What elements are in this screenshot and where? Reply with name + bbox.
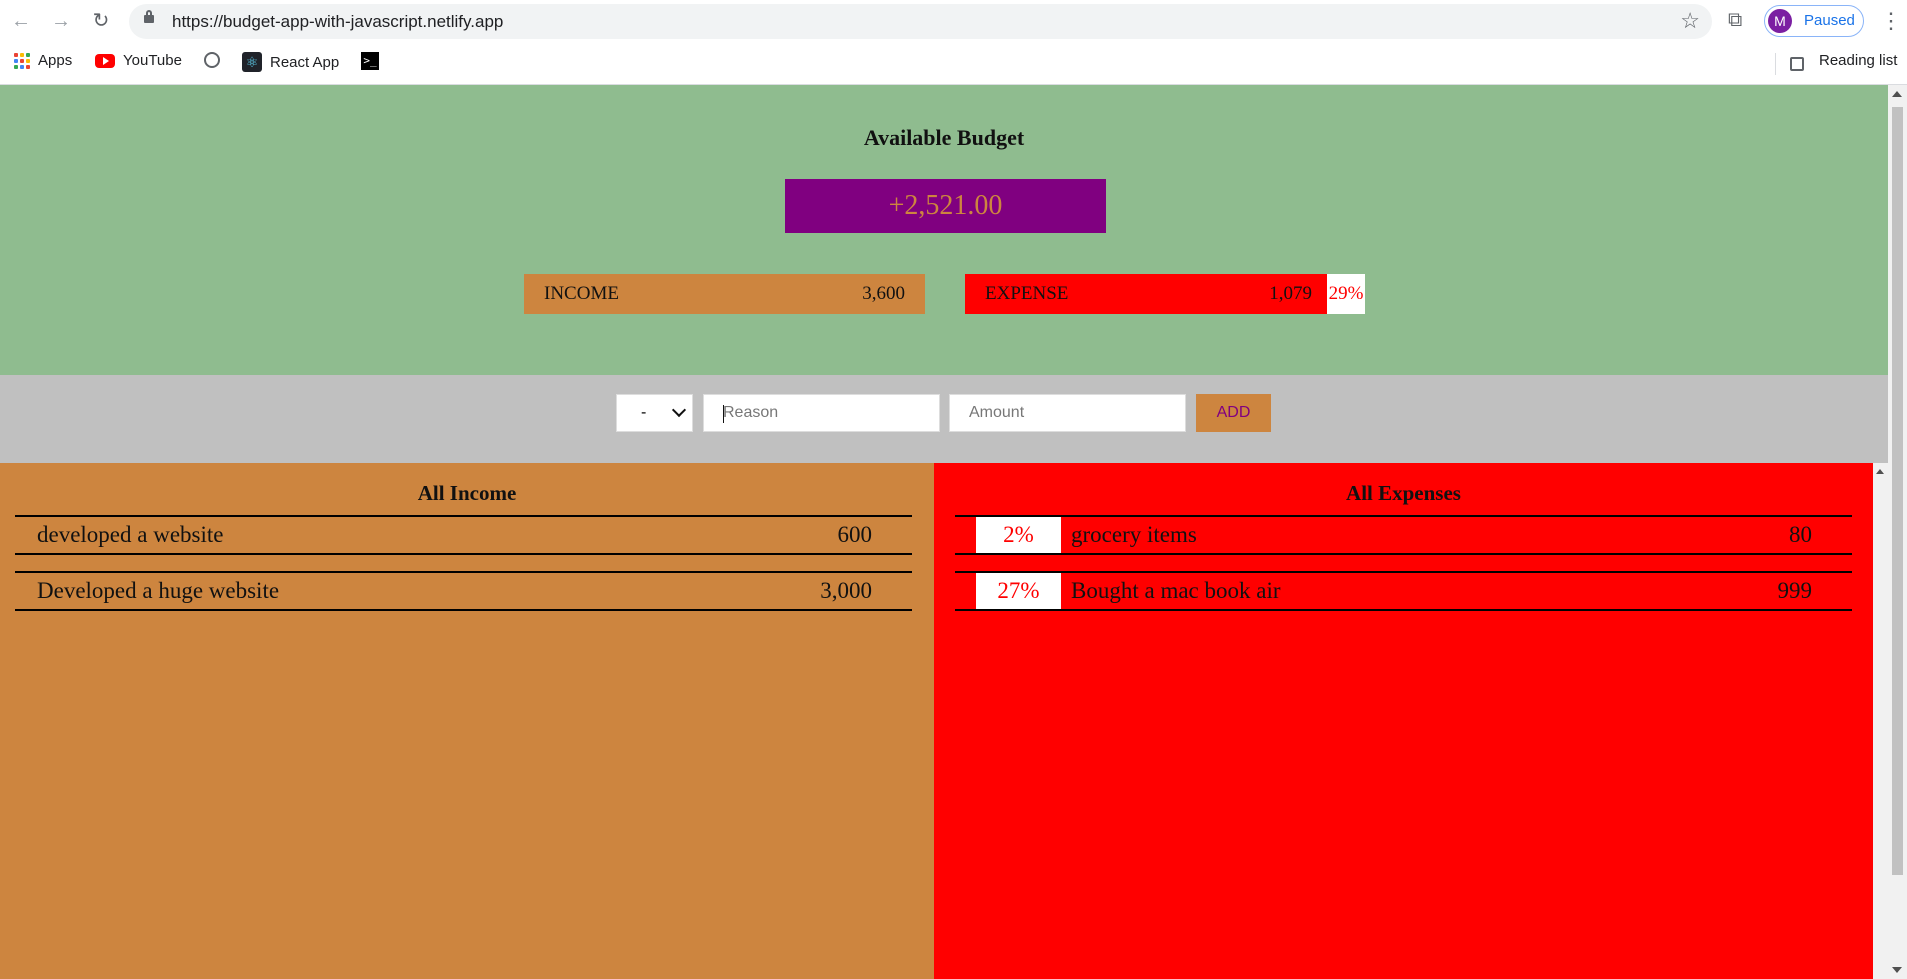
profile-button[interactable]: M Paused [1764, 5, 1864, 37]
income-summary: INCOME 3,600 [524, 274, 925, 314]
forward-arrow-icon[interactable]: → [49, 9, 73, 33]
income-list-panel: All Income developed a website 600 Devel… [0, 463, 934, 979]
income-amount: 600 [837, 522, 873, 547]
expense-percent: 2% [976, 517, 1061, 553]
youtube-icon [95, 53, 115, 68]
bookmark-star-icon[interactable]: ☆ [1680, 8, 1700, 34]
avatar: M [1768, 9, 1792, 33]
expense-row[interactable]: 27% Bought a mac book air 999 [955, 571, 1852, 611]
reload-icon[interactable]: ↻ [89, 9, 113, 33]
add-item-form: - Reason Amount ADD [0, 375, 1888, 463]
profile-status: Paused [1804, 12, 1855, 29]
expense-summary: EXPENSE 1,079 [965, 274, 1327, 314]
expense-label: EXPENSE [985, 283, 1069, 304]
bookmark-youtube[interactable]: YouTube [95, 52, 182, 69]
apps-grid-icon [14, 52, 30, 69]
bookmarks-divider [1775, 53, 1776, 75]
bookmark-globe[interactable] [204, 52, 220, 68]
amount-placeholder: Amount [969, 404, 1025, 421]
chevron-down-icon [671, 402, 687, 418]
available-budget-value: +2,521.00 [785, 179, 1106, 233]
terminal-icon: >_ [361, 52, 379, 70]
expense-list-panel: All Expenses 2% grocery items 80 27% Bou… [934, 463, 1873, 979]
page-scrollbar[interactable] [1888, 85, 1907, 979]
scroll-up-arrow-icon[interactable] [1876, 469, 1884, 474]
list-scrollbar[interactable] [1873, 463, 1888, 979]
reading-list-icon[interactable] [1790, 57, 1804, 71]
type-select-value: - [641, 404, 647, 421]
income-amount: 3,000 [820, 578, 872, 603]
bookmark-label: YouTube [123, 52, 182, 69]
expense-amount: 80 [1789, 522, 1812, 547]
react-icon: ⚛ [242, 52, 262, 72]
reading-list-button[interactable]: Reading list [1819, 52, 1897, 69]
expense-total: 1,079 [1269, 283, 1312, 304]
add-button[interactable]: ADD [1196, 394, 1271, 432]
lock-icon[interactable] [144, 10, 154, 23]
amount-input[interactable]: Amount [949, 394, 1186, 432]
income-row[interactable]: Developed a huge website 3,000 [15, 571, 912, 611]
bookmark-terminal[interactable]: >_ [361, 52, 379, 70]
bookmark-apps[interactable]: Apps [14, 52, 72, 69]
income-desc: Developed a huge website [37, 578, 280, 603]
expense-desc: Bought a mac book air [1071, 578, 1281, 603]
page-content: Available Budget +2,521.00 INCOME 3,600 … [0, 85, 1888, 979]
scroll-thumb[interactable] [1892, 107, 1903, 875]
address-bar[interactable]: https://budget-app-with-javascript.netli… [129, 4, 1712, 39]
expense-percent-badge: 29% [1327, 274, 1365, 314]
text-caret [723, 405, 724, 423]
expense-row[interactable]: 2% grocery items 80 [955, 515, 1852, 555]
budget-header: Available Budget +2,521.00 INCOME 3,600 … [0, 85, 1888, 375]
income-list-title: All Income [417, 481, 517, 505]
income-label: INCOME [544, 283, 619, 304]
expense-desc: grocery items [1071, 522, 1197, 547]
reason-placeholder: Reason [723, 404, 779, 421]
globe-icon [204, 52, 220, 68]
income-row[interactable]: developed a website 600 [15, 515, 912, 555]
browser-toolbar: ← → ↻ https://budget-app-with-javascript… [0, 0, 1907, 43]
url-text[interactable]: https://budget-app-with-javascript.netli… [172, 12, 503, 32]
more-menu-icon[interactable]: ⋮ [1880, 8, 1902, 34]
bookmark-label: Apps [38, 52, 73, 69]
income-desc: developed a website [37, 522, 224, 547]
bookmark-label: React App [270, 53, 340, 71]
scroll-down-arrow-icon[interactable] [1892, 967, 1902, 973]
expense-amount: 999 [1777, 578, 1813, 603]
expense-percent: 27% [976, 573, 1061, 609]
scroll-up-arrow-icon[interactable] [1892, 91, 1902, 97]
page-title: Available Budget [863, 125, 1025, 150]
extensions-puzzle-icon[interactable]: ⧉ [1728, 9, 1742, 32]
reason-input[interactable]: Reason [703, 394, 940, 432]
type-select[interactable]: - [616, 394, 693, 432]
bookmark-react-app[interactable]: ⚛ React App [242, 52, 339, 72]
bookmarks-bar: Apps YouTube ⚛ React App >_ Reading list [0, 43, 1907, 85]
expense-list-title: All Expenses [1346, 481, 1461, 505]
income-total: 3,600 [862, 283, 905, 304]
back-arrow-icon[interactable]: ← [9, 9, 33, 33]
reading-list-label: Reading list [1819, 52, 1898, 69]
